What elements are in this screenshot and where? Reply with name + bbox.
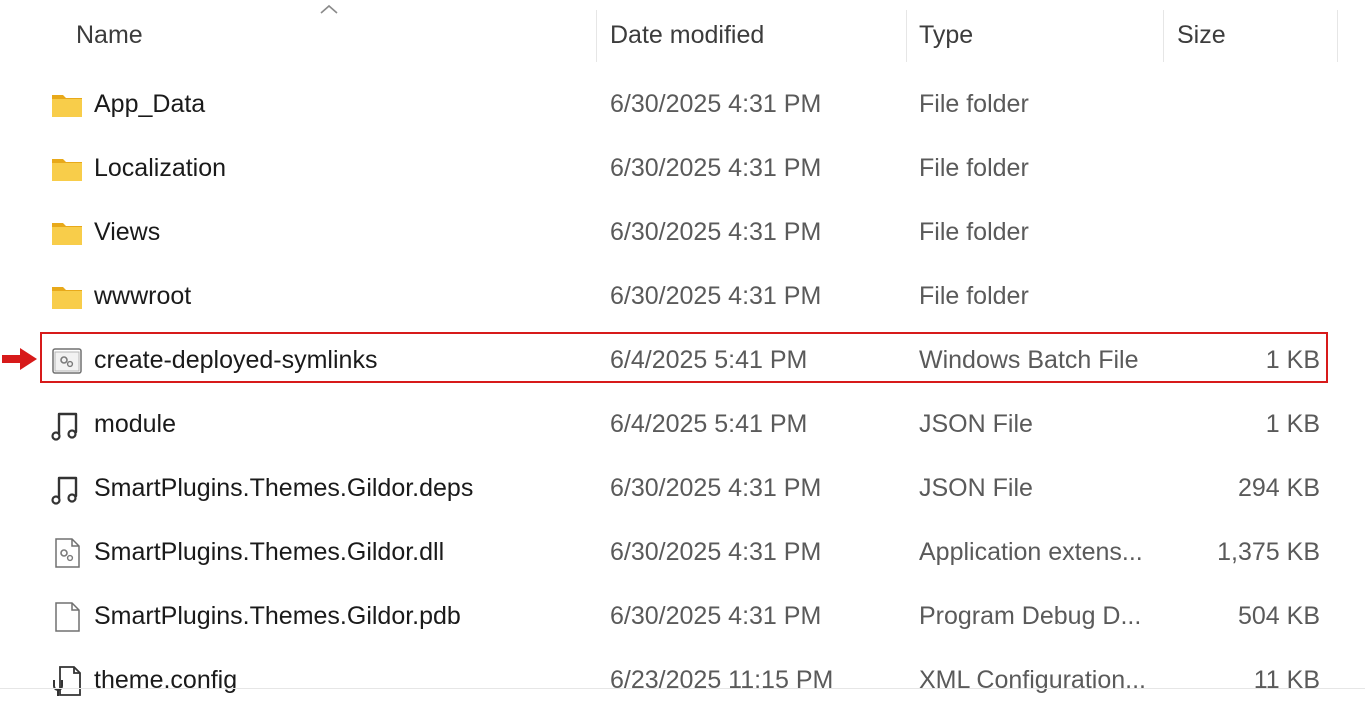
file-row-theme-config[interactable]: theme.config 6/23/2025 11:15 PM XML Conf… <box>0 648 1365 712</box>
file-size <box>1160 72 1320 136</box>
file-name: wwwroot <box>94 281 192 310</box>
file-name: module <box>94 409 176 438</box>
file-name: theme.config <box>94 665 238 694</box>
file-explorer-list: Name Date modified Type Size App_Data 6/… <box>0 0 1365 719</box>
file-size <box>1160 136 1320 200</box>
file-type: File folder <box>919 217 1029 246</box>
file-name: App_Data <box>94 89 206 118</box>
file-size <box>1160 200 1320 264</box>
column-header-size[interactable]: Size <box>1177 0 1337 70</box>
blank-file-icon <box>55 602 80 632</box>
file-type: JSON File <box>919 409 1033 438</box>
file-type: Application extens... <box>919 537 1143 566</box>
dll-file-icon <box>55 538 80 568</box>
json-file-icon <box>51 412 78 441</box>
file-type: JSON File <box>919 473 1033 502</box>
folder-icon <box>52 95 82 117</box>
arrow-right-icon <box>2 348 37 370</box>
column-divider[interactable] <box>906 10 907 62</box>
column-header-size-label: Size <box>1177 20 1226 49</box>
file-type: File folder <box>919 89 1029 118</box>
folder-icon <box>52 223 82 245</box>
file-name: SmartPlugins.Themes.Gildor.pdb <box>94 601 461 630</box>
config-file-icon <box>53 666 81 696</box>
file-date: 6/30/2025 4:31 PM <box>610 89 822 118</box>
file-size: 1 KB <box>1265 409 1320 438</box>
column-header: Name Date modified Type Size <box>0 0 1365 70</box>
file-row-dll[interactable]: SmartPlugins.Themes.Gildor.dll 6/30/2025… <box>0 520 1365 584</box>
file-date: 6/30/2025 4:31 PM <box>610 153 822 182</box>
column-header-date[interactable]: Date modified <box>610 0 905 70</box>
file-date: 6/30/2025 4:31 PM <box>610 473 822 502</box>
file-type: Program Debug D... <box>919 601 1142 630</box>
file-date: 6/30/2025 4:31 PM <box>610 281 822 310</box>
column-header-type-label: Type <box>919 20 974 49</box>
file-row-module[interactable]: module 6/4/2025 5:41 PM JSON File 1 KB <box>0 392 1365 456</box>
file-row-pdb[interactable]: SmartPlugins.Themes.Gildor.pdb 6/30/2025… <box>0 584 1365 648</box>
file-date: 6/23/2025 11:15 PM <box>610 665 834 694</box>
file-date: 6/30/2025 4:31 PM <box>610 217 822 246</box>
file-name: Views <box>94 217 161 246</box>
file-date: 6/30/2025 4:31 PM <box>610 537 822 566</box>
column-divider[interactable] <box>1163 10 1164 62</box>
folder-icon <box>52 159 82 181</box>
file-date: 6/4/2025 5:41 PM <box>610 409 808 438</box>
file-row-views[interactable]: Views 6/30/2025 4:31 PM File folder <box>0 200 1365 264</box>
column-divider[interactable] <box>596 10 597 62</box>
json-file-icon <box>51 476 78 505</box>
file-name: SmartPlugins.Themes.Gildor.deps <box>94 473 474 502</box>
column-divider[interactable] <box>1337 10 1338 62</box>
file-type: File folder <box>919 153 1029 182</box>
column-header-name-label: Name <box>76 20 143 49</box>
column-header-name[interactable]: Name <box>76 0 596 70</box>
file-type: File folder <box>919 281 1029 310</box>
file-size: 11 KB <box>1253 665 1320 694</box>
status-divider <box>0 688 1365 689</box>
file-date: 6/30/2025 4:31 PM <box>610 601 822 630</box>
column-header-type[interactable]: Type <box>919 0 1159 70</box>
file-row-wwwroot[interactable]: wwwroot 6/30/2025 4:31 PM File folder <box>0 264 1365 328</box>
file-size: 504 KB <box>1237 601 1320 630</box>
file-name: Localization <box>94 153 227 182</box>
column-header-date-label: Date modified <box>610 20 765 49</box>
file-row-app-data[interactable]: App_Data 6/30/2025 4:31 PM File folder <box>0 72 1365 136</box>
file-size: 1,375 KB <box>1217 537 1320 566</box>
file-row-deps[interactable]: SmartPlugins.Themes.Gildor.deps 6/30/202… <box>0 456 1365 520</box>
file-name: SmartPlugins.Themes.Gildor.dll <box>94 537 445 566</box>
file-row-localization[interactable]: Localization 6/30/2025 4:31 PM File fold… <box>0 136 1365 200</box>
highlight-box <box>40 332 1328 383</box>
file-size: 294 KB <box>1237 473 1320 502</box>
folder-icon <box>52 287 82 309</box>
file-size <box>1160 264 1320 328</box>
file-type: XML Configuration... <box>919 665 1146 694</box>
